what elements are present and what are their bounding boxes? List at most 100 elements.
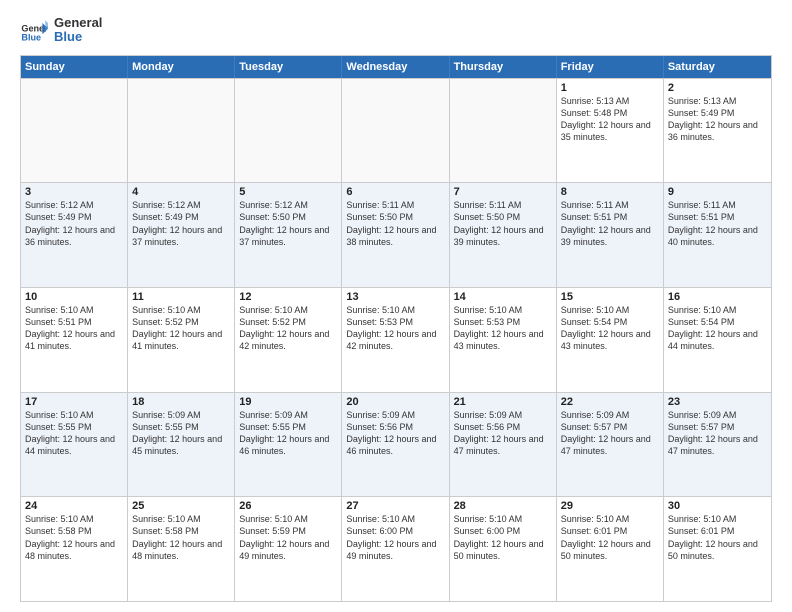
cell-info: Sunrise: 5:09 AMSunset: 5:57 PMDaylight:… [561, 409, 659, 458]
calendar-row-1: 1Sunrise: 5:13 AMSunset: 5:48 PMDaylight… [21, 78, 771, 183]
cell-info: Sunrise: 5:11 AMSunset: 5:50 PMDaylight:… [454, 199, 552, 248]
day-number: 24 [25, 500, 123, 512]
calendar-cell: 12Sunrise: 5:10 AMSunset: 5:52 PMDayligh… [235, 288, 342, 392]
cell-info: Sunrise: 5:10 AMSunset: 5:59 PMDaylight:… [239, 513, 337, 562]
day-number: 29 [561, 500, 659, 512]
day-number: 25 [132, 500, 230, 512]
cell-info: Sunrise: 5:13 AMSunset: 5:49 PMDaylight:… [668, 95, 767, 144]
cell-info: Sunrise: 5:12 AMSunset: 5:50 PMDaylight:… [239, 199, 337, 248]
calendar-cell: 19Sunrise: 5:09 AMSunset: 5:55 PMDayligh… [235, 393, 342, 497]
day-number: 5 [239, 186, 337, 198]
logo-blue: Blue [54, 30, 102, 44]
day-number: 20 [346, 396, 444, 408]
calendar-cell: 8Sunrise: 5:11 AMSunset: 5:51 PMDaylight… [557, 183, 664, 287]
cell-info: Sunrise: 5:09 AMSunset: 5:57 PMDaylight:… [668, 409, 767, 458]
cell-info: Sunrise: 5:10 AMSunset: 5:55 PMDaylight:… [25, 409, 123, 458]
calendar-cell: 20Sunrise: 5:09 AMSunset: 5:56 PMDayligh… [342, 393, 449, 497]
calendar: SundayMondayTuesdayWednesdayThursdayFrid… [20, 55, 772, 602]
day-number: 14 [454, 291, 552, 303]
day-number: 8 [561, 186, 659, 198]
calendar-cell [235, 79, 342, 183]
calendar-cell: 7Sunrise: 5:11 AMSunset: 5:50 PMDaylight… [450, 183, 557, 287]
calendar-cell: 9Sunrise: 5:11 AMSunset: 5:51 PMDaylight… [664, 183, 771, 287]
day-number: 28 [454, 500, 552, 512]
calendar-cell: 5Sunrise: 5:12 AMSunset: 5:50 PMDaylight… [235, 183, 342, 287]
day-number: 23 [668, 396, 767, 408]
cell-info: Sunrise: 5:12 AMSunset: 5:49 PMDaylight:… [25, 199, 123, 248]
day-number: 30 [668, 500, 767, 512]
svg-text:Blue: Blue [21, 33, 41, 43]
calendar-row-5: 24Sunrise: 5:10 AMSunset: 5:58 PMDayligh… [21, 496, 771, 601]
cell-info: Sunrise: 5:11 AMSunset: 5:51 PMDaylight:… [561, 199, 659, 248]
calendar-cell: 23Sunrise: 5:09 AMSunset: 5:57 PMDayligh… [664, 393, 771, 497]
cell-info: Sunrise: 5:10 AMSunset: 5:58 PMDaylight:… [132, 513, 230, 562]
calendar-cell [21, 79, 128, 183]
calendar-cell: 22Sunrise: 5:09 AMSunset: 5:57 PMDayligh… [557, 393, 664, 497]
logo-icon: General Blue [20, 16, 48, 44]
day-number: 1 [561, 82, 659, 94]
cell-info: Sunrise: 5:11 AMSunset: 5:51 PMDaylight:… [668, 199, 767, 248]
header-cell-friday: Friday [557, 56, 664, 78]
cell-info: Sunrise: 5:10 AMSunset: 5:52 PMDaylight:… [239, 304, 337, 353]
header-cell-tuesday: Tuesday [235, 56, 342, 78]
calendar-cell: 11Sunrise: 5:10 AMSunset: 5:52 PMDayligh… [128, 288, 235, 392]
cell-info: Sunrise: 5:10 AMSunset: 5:54 PMDaylight:… [561, 304, 659, 353]
cell-info: Sunrise: 5:10 AMSunset: 5:51 PMDaylight:… [25, 304, 123, 353]
day-number: 2 [668, 82, 767, 94]
cell-info: Sunrise: 5:10 AMSunset: 5:53 PMDaylight:… [454, 304, 552, 353]
calendar-cell: 27Sunrise: 5:10 AMSunset: 6:00 PMDayligh… [342, 497, 449, 601]
calendar-cell: 25Sunrise: 5:10 AMSunset: 5:58 PMDayligh… [128, 497, 235, 601]
logo: General Blue General Blue [20, 16, 102, 45]
calendar-cell: 4Sunrise: 5:12 AMSunset: 5:49 PMDaylight… [128, 183, 235, 287]
cell-info: Sunrise: 5:10 AMSunset: 6:00 PMDaylight:… [346, 513, 444, 562]
cell-info: Sunrise: 5:10 AMSunset: 6:01 PMDaylight:… [668, 513, 767, 562]
page: General Blue General Blue SundayMondayTu… [0, 0, 792, 612]
header-cell-sunday: Sunday [21, 56, 128, 78]
cell-info: Sunrise: 5:10 AMSunset: 6:01 PMDaylight:… [561, 513, 659, 562]
calendar-cell: 28Sunrise: 5:10 AMSunset: 6:00 PMDayligh… [450, 497, 557, 601]
cell-info: Sunrise: 5:13 AMSunset: 5:48 PMDaylight:… [561, 95, 659, 144]
day-number: 22 [561, 396, 659, 408]
day-number: 16 [668, 291, 767, 303]
day-number: 12 [239, 291, 337, 303]
day-number: 18 [132, 396, 230, 408]
cell-info: Sunrise: 5:10 AMSunset: 5:52 PMDaylight:… [132, 304, 230, 353]
calendar-cell: 14Sunrise: 5:10 AMSunset: 5:53 PMDayligh… [450, 288, 557, 392]
day-number: 15 [561, 291, 659, 303]
calendar-cell: 2Sunrise: 5:13 AMSunset: 5:49 PMDaylight… [664, 79, 771, 183]
header-cell-monday: Monday [128, 56, 235, 78]
cell-info: Sunrise: 5:11 AMSunset: 5:50 PMDaylight:… [346, 199, 444, 248]
cell-info: Sunrise: 5:10 AMSunset: 5:54 PMDaylight:… [668, 304, 767, 353]
cell-info: Sunrise: 5:10 AMSunset: 6:00 PMDaylight:… [454, 513, 552, 562]
day-number: 13 [346, 291, 444, 303]
day-number: 7 [454, 186, 552, 198]
calendar-row-2: 3Sunrise: 5:12 AMSunset: 5:49 PMDaylight… [21, 182, 771, 287]
calendar-cell: 1Sunrise: 5:13 AMSunset: 5:48 PMDaylight… [557, 79, 664, 183]
calendar-cell: 15Sunrise: 5:10 AMSunset: 5:54 PMDayligh… [557, 288, 664, 392]
calendar-cell: 24Sunrise: 5:10 AMSunset: 5:58 PMDayligh… [21, 497, 128, 601]
calendar-header: SundayMondayTuesdayWednesdayThursdayFrid… [21, 56, 771, 78]
header-cell-thursday: Thursday [450, 56, 557, 78]
header-cell-wednesday: Wednesday [342, 56, 449, 78]
calendar-cell [128, 79, 235, 183]
cell-info: Sunrise: 5:10 AMSunset: 5:58 PMDaylight:… [25, 513, 123, 562]
calendar-cell: 3Sunrise: 5:12 AMSunset: 5:49 PMDaylight… [21, 183, 128, 287]
calendar-row-3: 10Sunrise: 5:10 AMSunset: 5:51 PMDayligh… [21, 287, 771, 392]
calendar-cell: 21Sunrise: 5:09 AMSunset: 5:56 PMDayligh… [450, 393, 557, 497]
day-number: 19 [239, 396, 337, 408]
calendar-row-4: 17Sunrise: 5:10 AMSunset: 5:55 PMDayligh… [21, 392, 771, 497]
cell-info: Sunrise: 5:09 AMSunset: 5:55 PMDaylight:… [239, 409, 337, 458]
day-number: 9 [668, 186, 767, 198]
calendar-cell: 26Sunrise: 5:10 AMSunset: 5:59 PMDayligh… [235, 497, 342, 601]
calendar-cell [342, 79, 449, 183]
calendar-cell: 18Sunrise: 5:09 AMSunset: 5:55 PMDayligh… [128, 393, 235, 497]
cell-info: Sunrise: 5:09 AMSunset: 5:55 PMDaylight:… [132, 409, 230, 458]
calendar-cell: 29Sunrise: 5:10 AMSunset: 6:01 PMDayligh… [557, 497, 664, 601]
calendar-cell: 17Sunrise: 5:10 AMSunset: 5:55 PMDayligh… [21, 393, 128, 497]
day-number: 27 [346, 500, 444, 512]
day-number: 26 [239, 500, 337, 512]
day-number: 10 [25, 291, 123, 303]
calendar-cell: 13Sunrise: 5:10 AMSunset: 5:53 PMDayligh… [342, 288, 449, 392]
calendar-cell: 6Sunrise: 5:11 AMSunset: 5:50 PMDaylight… [342, 183, 449, 287]
day-number: 21 [454, 396, 552, 408]
